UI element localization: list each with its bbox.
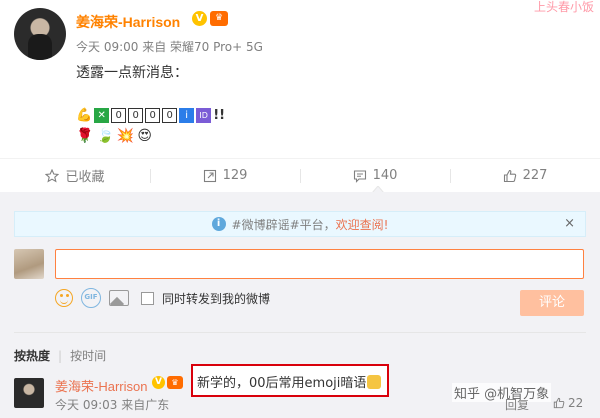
sync-repost-label[interactable]: 同时转发到我的微博 [162,290,270,307]
emoji-row-2: 🌹 🍃 💥 😍 [76,127,152,145]
thumbs-up-icon [503,169,516,182]
sync-repost-checkbox[interactable] [141,291,154,305]
like-button[interactable]: 227 [450,159,600,192]
submit-comment-button[interactable]: 评论 [520,290,584,316]
sort-by-hot-tab[interactable]: 按热度 [14,347,50,364]
emoji-row-1: 💪 ✕ 0 0 0 0 i ID !! [76,106,225,124]
repost-button[interactable]: 129 [150,159,300,192]
post-action-bar: 已收藏 129 140 227 [0,158,600,192]
repost-count: 129 [222,168,248,183]
sort-by-time-tab[interactable]: 按时间 [70,347,106,364]
like-count: 227 [522,168,548,183]
divider [14,332,586,333]
smirk-emoji-icon [367,375,382,389]
commenter-name[interactable]: 姜海荣-Harrison [55,376,147,395]
repost-icon [203,169,216,182]
zero-box-emoji-icon: 0 [145,107,161,123]
zero-box-emoji-icon: 0 [111,107,127,123]
weibo-post: 姜海荣-Harrison V ♛ 上头春小饭 今天 09:00 来自 荣耀70 … [0,0,600,158]
comment-count: 140 [372,168,398,183]
close-icon[interactable]: × [564,216,575,231]
post-text: 透露一点新消息： [76,65,188,81]
leaf-emoji-icon: 🍃 [96,128,114,144]
notice-text: #微博辟谣#平台， [231,217,336,232]
double-exclamation-text: !! [213,107,226,123]
star-icon [45,168,60,183]
info-icon: i [211,217,226,231]
zero-box-emoji-icon: 0 [128,107,144,123]
commenter-avatar[interactable] [14,378,44,408]
thumbs-up-icon [553,397,565,409]
info-emoji-icon: i [179,107,195,123]
emoji-picker-icon[interactable] [55,289,73,307]
corner-decoration: 上头春小饭 [533,0,594,14]
comments-section: i #微博辟谣#平台， 欢迎查阅! × GIF 同时转发到我的微博 评论 按热度 … [0,192,600,418]
post-meta: 今天 09:00 来自 荣耀70 Pro+ 5G [76,40,263,54]
sort-separator: | [58,348,63,363]
verified-badge-icon: V [192,11,207,26]
rumor-notice-bar: i #微博辟谣#平台， 欢迎查阅! × [14,211,586,237]
gif-icon[interactable]: GIF [81,288,101,308]
zhihu-watermark: 知乎 @机智万象 [452,383,552,402]
zero-box-emoji-icon: 0 [162,107,178,123]
verified-badge-icon: V [152,376,165,389]
image-upload-icon[interactable] [109,290,129,306]
arm-emoji-icon: 💪 [76,107,93,123]
comment-tools: GIF 同时转发到我的微博 [55,288,270,308]
comment-like-count: 22 [568,396,584,410]
comment-text: 新学的，00后常用emoji暗语 [197,376,367,391]
id-emoji-icon: ID [196,107,212,123]
comment-input[interactable] [55,249,584,279]
sparkle-emoji-icon: 💥 [116,128,135,144]
comment-like-button[interactable]: 22 [553,396,583,410]
comment-time: 今天 09:03 来自广东 [55,398,170,412]
favorite-button[interactable]: 已收藏 [0,159,150,192]
heart-eyes-emoji-icon: 😍 [137,128,152,144]
highlighted-comment-text: 新学的，00后常用emoji暗语 [191,364,389,397]
favorite-label: 已收藏 [65,170,105,185]
author-avatar[interactable] [14,8,66,60]
vip-crown-icon[interactable]: ♛ [210,11,228,26]
vip-crown-icon[interactable]: ♛ [167,376,183,389]
current-user-avatar [14,249,44,279]
author-name[interactable]: 姜海荣-Harrison [76,12,180,32]
cross-mark-emoji-icon: ✕ [94,107,110,123]
notice-link[interactable]: 欢迎查阅! [336,216,389,233]
reply-button[interactable]: 回复 [505,396,529,413]
rose-emoji-icon: 🌹 [76,128,94,144]
comment-icon [353,169,366,183]
comment-sort: 按热度 | 按时间 [14,347,106,364]
